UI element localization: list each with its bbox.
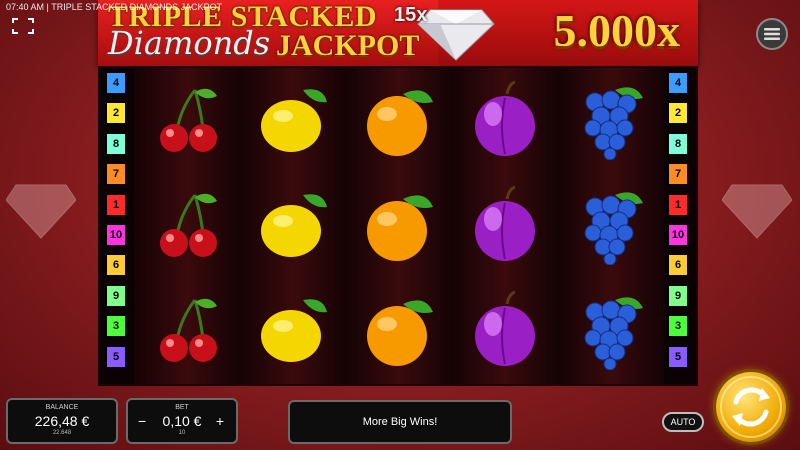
bet-coins: 10 — [178, 430, 186, 436]
bet-panel: BET − 0,10 € + 10 — [126, 398, 238, 444]
plum-icon — [465, 80, 545, 160]
balance-label: BALANCE — [45, 404, 79, 411]
reel-frame: 4 2 8 7 1 10 6 9 3 5 4 2 8 7 1 10 6 9 3 … — [98, 66, 698, 386]
spin-arrows-icon — [720, 376, 782, 438]
orange-icon — [359, 290, 439, 370]
reel-column — [134, 68, 240, 384]
bet-value: 0,10 € — [162, 413, 202, 429]
grapes-icon — [571, 80, 651, 161]
lemon-icon — [253, 80, 333, 160]
orange-icon — [359, 80, 439, 160]
bet-plus-button[interactable]: + — [216, 413, 224, 429]
diamond-multiplier: 15x — [394, 4, 428, 26]
reel-column — [558, 68, 664, 384]
balance-credits: 22.648 — [52, 430, 72, 436]
banner-title-line3: JACKPOT — [276, 29, 420, 62]
jackpot-value: 5.000x — [553, 5, 681, 56]
payline-indicator: 7 — [668, 163, 688, 186]
reel-column — [240, 68, 346, 384]
payline-indicator: 9 — [668, 284, 688, 307]
payline-indicator: 8 — [668, 132, 688, 155]
lemon-icon — [253, 290, 333, 370]
bet-label: BET — [175, 404, 189, 411]
reel-area — [134, 68, 664, 384]
grapes-icon — [571, 185, 651, 266]
cherry-icon — [147, 80, 227, 160]
message-panel: More Big Wins! — [288, 400, 512, 444]
auto-button[interactable]: AUTO — [662, 412, 704, 432]
payline-indicator: 2 — [106, 102, 126, 125]
cherry-icon — [147, 290, 227, 370]
payline-indicator: 6 — [668, 254, 688, 277]
lemon-icon — [253, 185, 333, 265]
bet-minus-button[interactable]: − — [138, 413, 146, 429]
status-bar: 07:40 AM | TRIPLE STACKED DIAMONDS JACKP… — [6, 2, 222, 12]
balance-panel[interactable]: BALANCE 226,48 € 22.648 — [6, 398, 118, 444]
cherry-icon — [147, 185, 227, 265]
payline-indicator: 2 — [668, 102, 688, 125]
background-diamond-icon — [722, 184, 792, 239]
payline-indicator: 3 — [106, 315, 126, 338]
payline-indicator: 6 — [106, 254, 126, 277]
game-title: TRIPLE STACKED DIAMONDS JACKPOT — [51, 2, 223, 12]
background-diamond-icon — [6, 184, 76, 239]
fullscreen-icon[interactable] — [12, 18, 34, 34]
plum-icon — [465, 185, 545, 265]
payline-indicator: 5 — [106, 345, 126, 368]
payline-indicator: 8 — [106, 132, 126, 155]
payline-indicator: 3 — [668, 315, 688, 338]
hamburger-icon — [764, 28, 780, 40]
banner-title-line2: Diamonds — [108, 24, 271, 62]
payline-indicator: 7 — [106, 163, 126, 186]
spin-button[interactable] — [716, 372, 786, 442]
menu-button[interactable] — [756, 18, 788, 50]
payline-indicator: 4 — [668, 72, 688, 94]
control-bar: BALANCE 226,48 € 22.648 BET − 0,10 € + 1… — [0, 372, 800, 450]
paylines-left: 4 2 8 7 1 10 6 9 3 5 — [106, 72, 128, 376]
balance-value: 226,48 € — [34, 413, 90, 429]
grapes-icon — [571, 290, 651, 371]
orange-icon — [359, 185, 439, 265]
reel-column — [346, 68, 452, 384]
payline-indicator: 4 — [106, 72, 126, 94]
plum-icon — [465, 290, 545, 370]
payline-indicator: 1 — [668, 193, 688, 216]
payline-indicator: 1 — [106, 193, 126, 216]
clock-time: 07:40 AM — [6, 2, 45, 12]
payline-indicator: 10 — [106, 223, 126, 246]
status-separator: | — [46, 2, 49, 12]
paylines-right: 4 2 8 7 1 10 6 9 3 5 — [668, 72, 690, 376]
bet-row: − 0,10 € + — [128, 413, 236, 429]
diamond-icon — [417, 9, 495, 61]
win-message: More Big Wins! — [362, 416, 438, 428]
payline-indicator: 9 — [106, 284, 126, 307]
payline-indicator: 10 — [668, 223, 688, 246]
payline-indicator: 5 — [668, 345, 688, 368]
reel-column — [452, 68, 558, 384]
